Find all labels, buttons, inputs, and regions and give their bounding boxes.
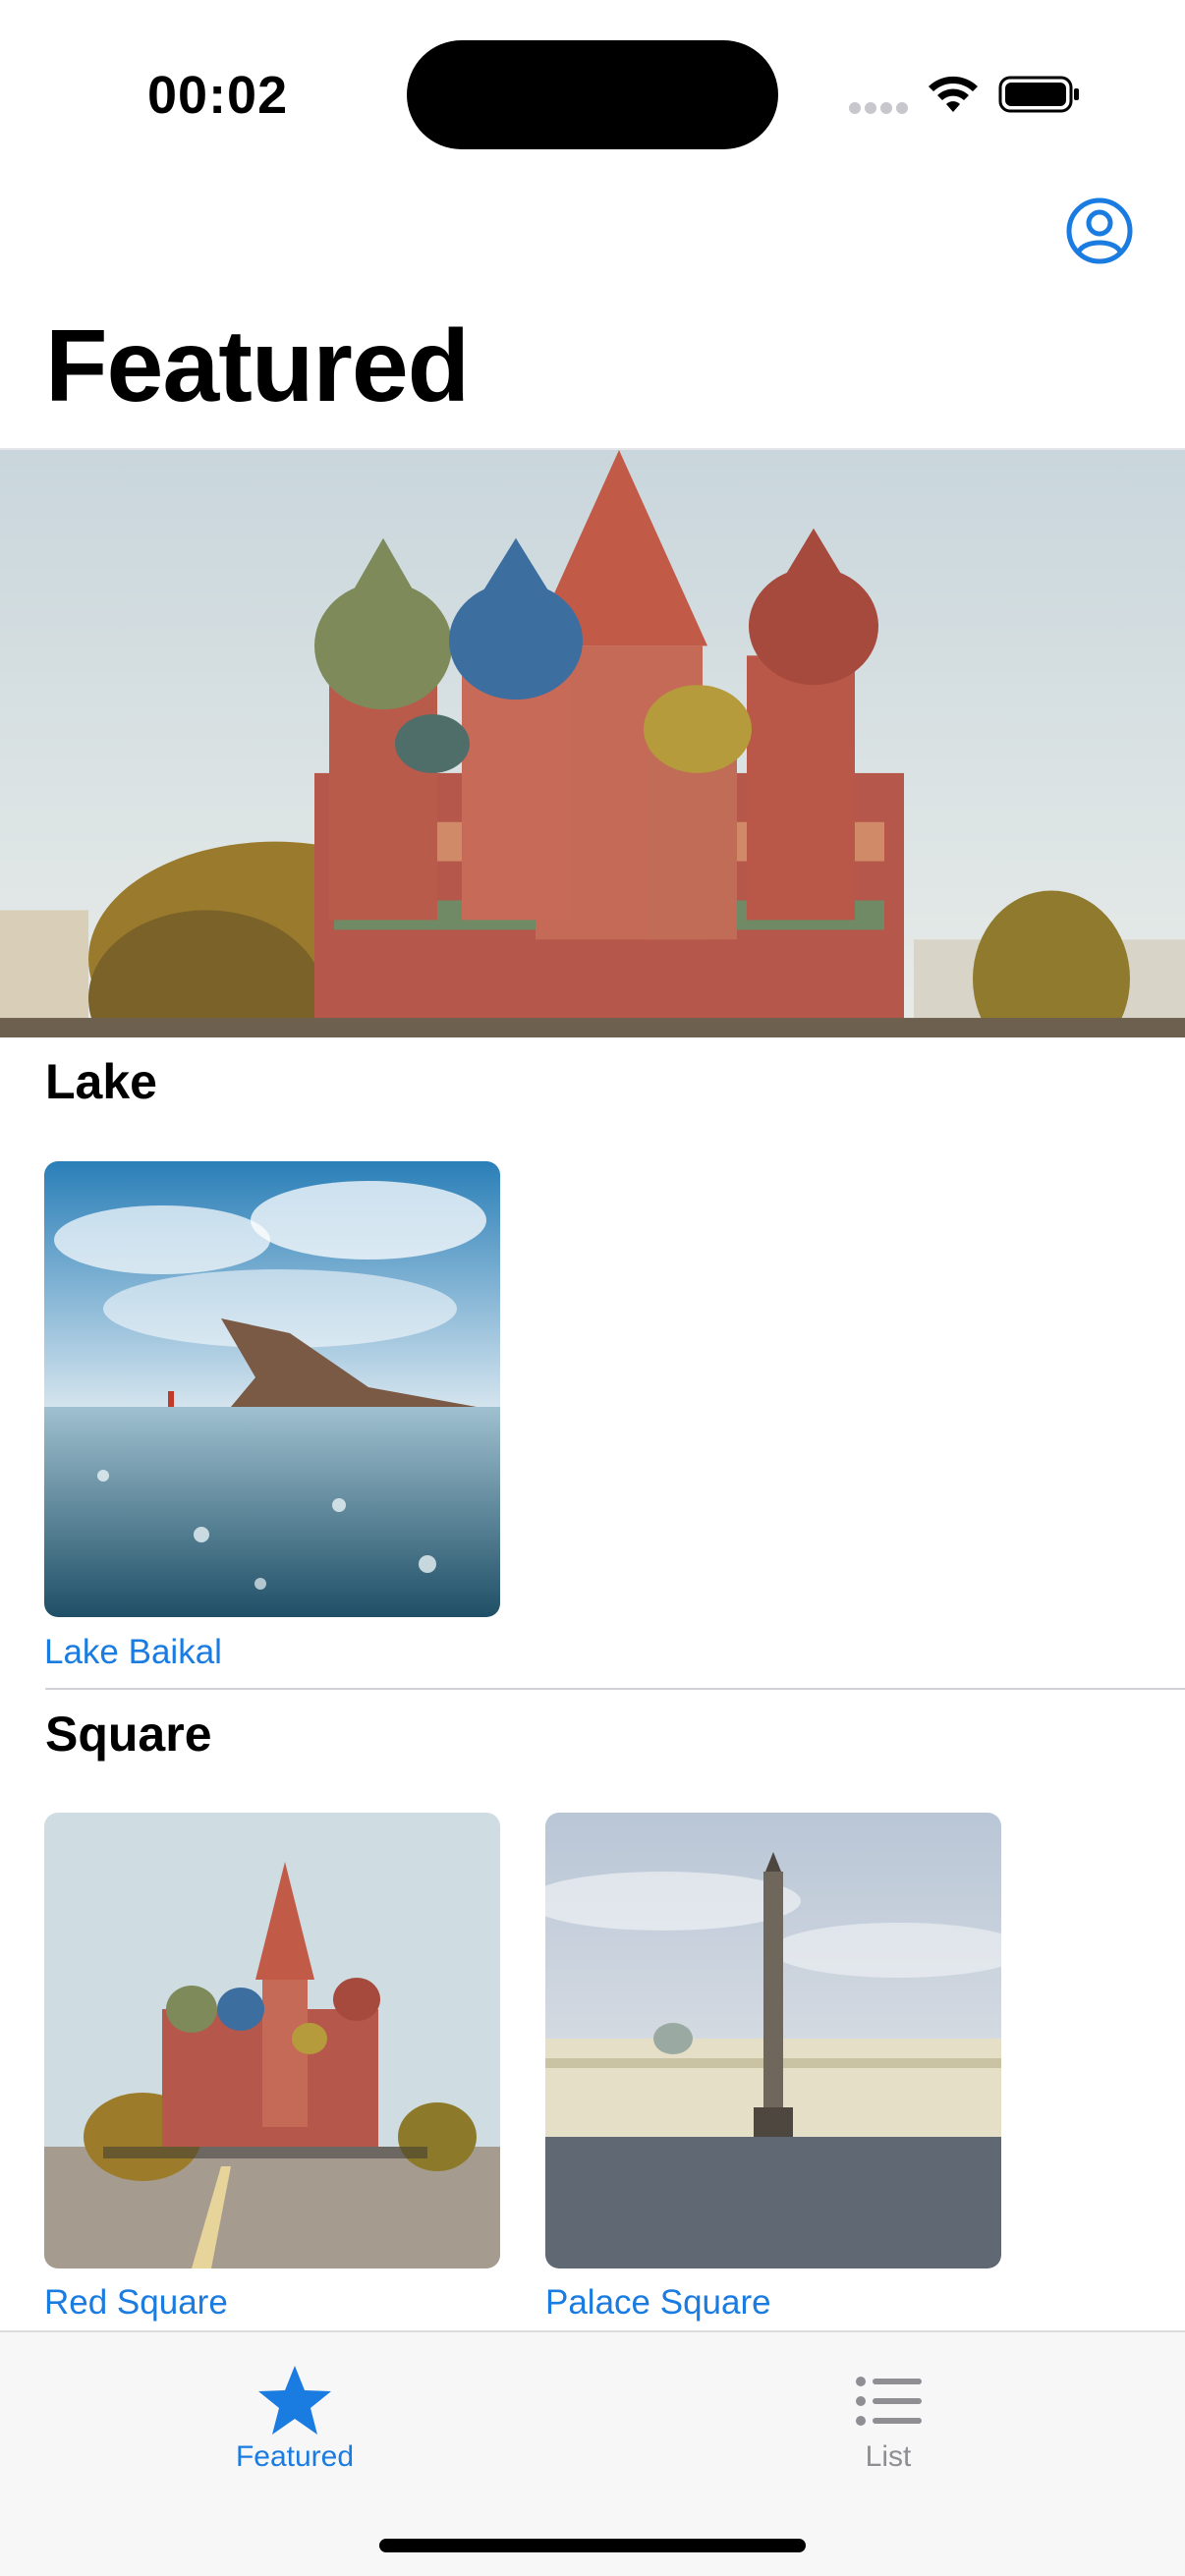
battery-icon <box>998 76 1079 113</box>
cellular-signal-icon <box>849 102 908 116</box>
lake-baikal-label[interactable]: Lake Baikal <box>44 1633 222 1672</box>
section-title-square: Square <box>45 1707 212 1762</box>
home-indicator[interactable] <box>379 2539 806 2552</box>
status-time: 00:02 <box>147 66 289 125</box>
page-title: Featured <box>45 309 470 423</box>
tab-featured[interactable]: Featured <box>147 2332 442 2490</box>
status-bar: 00:02 <box>0 0 1185 167</box>
red-square-image[interactable] <box>44 1813 500 2268</box>
palace-square-image[interactable] <box>545 1813 1001 2268</box>
palace-square-label[interactable]: Palace Square <box>545 2283 771 2323</box>
featured-hero-image[interactable] <box>0 448 1185 1037</box>
star-icon <box>258 2366 331 2435</box>
section-title-lake: Lake <box>45 1054 157 1109</box>
tab-list[interactable]: List <box>741 2332 1036 2490</box>
profile-button[interactable] <box>1065 196 1134 265</box>
list-icon <box>856 2377 922 2426</box>
dynamic-island <box>407 40 778 149</box>
section-divider <box>45 1688 1185 1690</box>
red-square-label[interactable]: Red Square <box>44 2283 228 2323</box>
tab-list-label: List <box>865 2440 912 2473</box>
tab-featured-label: Featured <box>235 2440 355 2473</box>
lake-baikal-image[interactable] <box>44 1161 500 1617</box>
wifi-icon <box>929 76 978 112</box>
